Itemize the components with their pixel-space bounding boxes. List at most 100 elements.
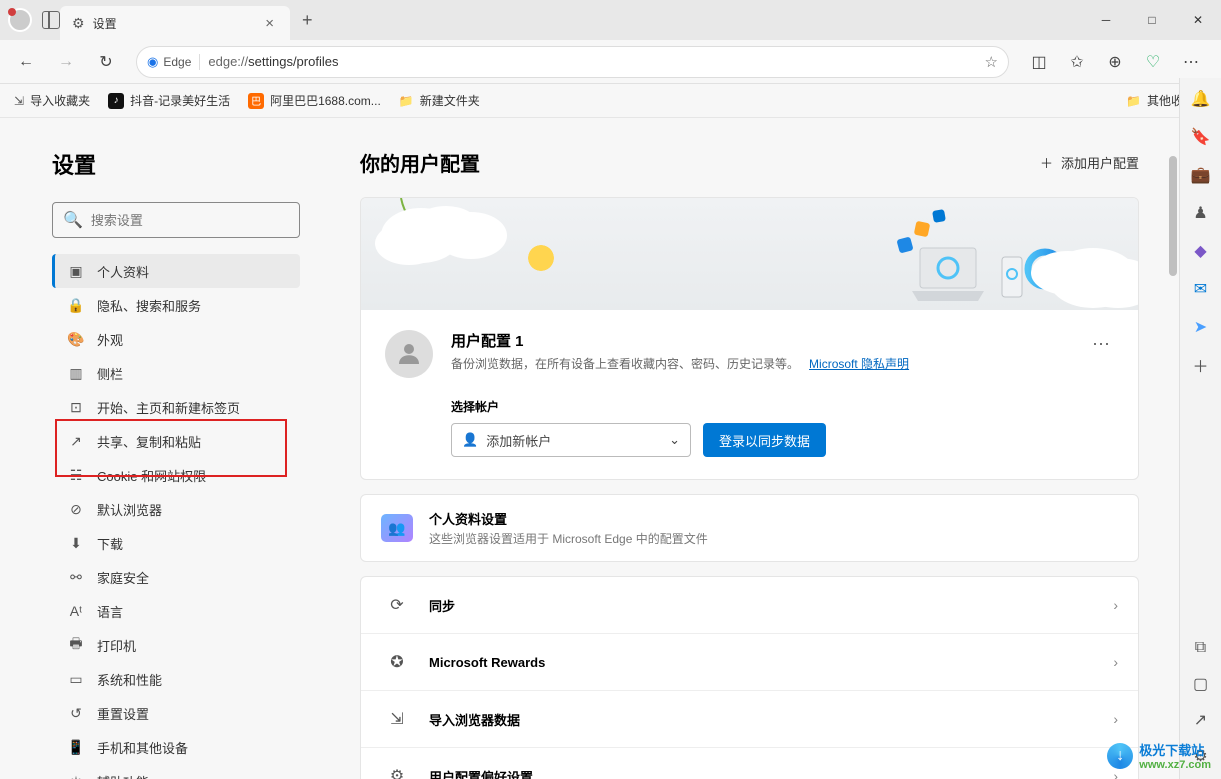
setting-row[interactable]: ⟳ 同步 ›	[361, 577, 1138, 633]
outlook-icon[interactable]: ✉	[1190, 278, 1212, 300]
collections-icon[interactable]: ⊕	[1097, 46, 1133, 78]
flying-icons	[893, 208, 953, 258]
add-sidebar-icon[interactable]: ＋	[1190, 354, 1212, 376]
nav-item-2[interactable]: 🎨外观	[52, 322, 300, 356]
row-icon: ⇲	[381, 705, 413, 733]
nav-item-0[interactable]: ▣个人资料	[52, 254, 300, 288]
setting-row[interactable]: ⇲ 导入浏览器数据 ›	[361, 690, 1138, 747]
share-icon[interactable]: ↗	[1190, 709, 1212, 731]
refresh-button[interactable]: ↻	[88, 46, 124, 78]
edge-label: Edge	[163, 55, 191, 69]
performance-icon[interactable]: ♡	[1135, 46, 1171, 78]
nav-item-13[interactable]: ↺重置设置	[52, 696, 300, 730]
nav-item-14[interactable]: 📱手机和其他设备	[52, 730, 300, 764]
nav-icon: ⬇	[67, 535, 85, 552]
nav-item-8[interactable]: ⬇下载	[52, 526, 300, 560]
nav-icon: ↗	[67, 433, 85, 450]
setting-row[interactable]: ✪ Microsoft Rewards ›	[361, 633, 1138, 690]
row-icon: ✪	[381, 648, 413, 676]
maximize-button[interactable]: □	[1129, 4, 1175, 36]
account-dropdown[interactable]: 👤 添加新帐户 ⌄	[451, 423, 691, 457]
profile-more-icon[interactable]: ⋯	[1088, 330, 1114, 359]
nav-item-9[interactable]: ⚯家庭安全	[52, 560, 300, 594]
setting-row-profile-settings[interactable]: 👥 个人资料设置 这些浏览器设置适用于 Microsoft Edge 中的配置文…	[361, 495, 1138, 561]
nav-item-4[interactable]: ⊡开始、主页和新建标签页	[52, 390, 300, 424]
browser-tab[interactable]: ⚙ 设置 ×	[60, 6, 290, 40]
nav-item-15[interactable]: ✶辅助功能	[52, 764, 300, 779]
person-icon: 👤	[462, 432, 478, 448]
shopping-icon[interactable]: 🔖	[1190, 126, 1212, 148]
search-settings-input[interactable]: 🔍	[52, 202, 300, 238]
favorite-star-icon[interactable]: ☆	[985, 53, 998, 71]
phone-illustration	[1001, 256, 1023, 298]
row-icon: ⟳	[381, 591, 413, 619]
titlebar: ⚙ 设置 × + ─ □ ✕	[0, 0, 1221, 40]
nav-item-7[interactable]: ⊘默认浏览器	[52, 492, 300, 526]
search-icon: 🔍	[63, 210, 83, 230]
profile-name: 用户配置 1	[451, 330, 1070, 351]
settings-page: 设置 🔍 ▣个人资料🔒隐私、搜索和服务🎨外观▥侧栏⊡开始、主页和新建标签页↗共享…	[0, 118, 1179, 779]
nav-icon: Aᵗ	[67, 603, 85, 619]
settings-main: 你的用户配置 ＋ 添加用户配置	[330, 118, 1179, 779]
bookmark-douyin[interactable]: ♪ 抖音-记录美好生活	[108, 92, 230, 109]
chevron-down-icon: ⌄	[669, 432, 680, 448]
search-field[interactable]	[91, 213, 289, 228]
workspaces-icon[interactable]	[42, 11, 60, 29]
douyin-icon: ♪	[108, 93, 124, 109]
bell-icon[interactable]: 🔔	[1190, 88, 1212, 110]
nav-item-6[interactable]: ☵Cookie 和网站权限	[52, 458, 300, 492]
more-menu-icon[interactable]: ⋯	[1173, 46, 1209, 78]
nav-icon: ☵	[67, 467, 85, 484]
chevron-right-icon: ›	[1113, 654, 1118, 670]
scrollbar[interactable]	[1169, 156, 1177, 276]
bookmark-1688[interactable]: 巴 阿里巴巴1688.com...	[248, 92, 381, 109]
chevron-right-icon: ›	[1113, 711, 1118, 727]
tools-icon[interactable]: 💼	[1190, 164, 1212, 186]
close-tab-icon[interactable]: ×	[261, 15, 278, 32]
bookmarks-bar: ⇲ 导入收藏夹 ♪ 抖音-记录美好生活 巴 阿里巴巴1688.com... 📁 …	[0, 84, 1221, 118]
sidebar-toggle-icon[interactable]: ▢	[1190, 673, 1212, 695]
settings-nav: 设置 🔍 ▣个人资料🔒隐私、搜索和服务🎨外观▥侧栏⊡开始、主页和新建标签页↗共享…	[0, 118, 330, 779]
settings-heading: 设置	[52, 148, 300, 180]
split-screen-icon[interactable]: ◫	[1021, 46, 1057, 78]
profile-settings-card: 👥 个人资料设置 这些浏览器设置适用于 Microsoft Edge 中的配置文…	[360, 494, 1139, 562]
nav-item-11[interactable]: 🖶打印机	[52, 628, 300, 662]
close-window-button[interactable]: ✕	[1175, 4, 1221, 36]
nav-icon: 🖶	[67, 633, 85, 657]
nav-icon: 📱	[67, 739, 85, 756]
nav-icon: 🔒	[67, 297, 85, 314]
back-button[interactable]: ←	[8, 46, 44, 78]
nav-item-10[interactable]: Aᵗ语言	[52, 594, 300, 628]
bookmark-folder[interactable]: 📁 新建文件夹	[399, 92, 480, 109]
favorites-icon[interactable]: ✩	[1059, 46, 1095, 78]
privacy-statement-link[interactable]: Microsoft 隐私声明	[809, 357, 909, 371]
add-profile-button[interactable]: ＋ 添加用户配置	[1040, 153, 1139, 172]
edge-logo-icon: ◉	[147, 54, 158, 70]
forward-button[interactable]: →	[48, 46, 84, 78]
profile-card: 用户配置 1 备份浏览数据，在所有设备上查看收藏内容、密码、历史记录等。 Mic…	[360, 197, 1139, 480]
address-bar[interactable]: ◉ Edge edge://settings/profiles ☆	[136, 46, 1009, 78]
nav-item-1[interactable]: 🔒隐私、搜索和服务	[52, 288, 300, 322]
nav-item-5[interactable]: ↗共享、复制和粘贴	[52, 424, 300, 458]
site-identity[interactable]: ◉ Edge	[147, 54, 200, 70]
folder-icon: 📁	[1126, 94, 1141, 108]
nav-item-3[interactable]: ▥侧栏	[52, 356, 300, 390]
profile-options-card: ⟳ 同步 ›✪ Microsoft Rewards ›⇲ 导入浏览器数据 ›⚙ …	[360, 576, 1139, 779]
new-tab-button[interactable]: +	[290, 10, 325, 31]
avatar	[385, 330, 433, 378]
nav-icon: 🎨	[67, 331, 85, 348]
profile-avatar[interactable]	[8, 8, 32, 32]
main-title: 你的用户配置	[360, 148, 480, 177]
sign-in-button[interactable]: 登录以同步数据	[703, 423, 826, 457]
setting-row[interactable]: ⚙ 用户配置偏好设置 ›	[361, 747, 1138, 779]
games-icon[interactable]: ♟	[1190, 202, 1212, 224]
nav-item-12[interactable]: ▭系统和性能	[52, 662, 300, 696]
bookmark-import[interactable]: ⇲ 导入收藏夹	[14, 92, 90, 109]
row-icon: ⚙	[381, 762, 413, 779]
folder-icon: 📁	[399, 94, 414, 108]
send-icon[interactable]: ➤	[1190, 316, 1212, 338]
profile-description: 备份浏览数据，在所有设备上查看收藏内容、密码、历史记录等。 Microsoft …	[451, 355, 1070, 372]
minimize-button[interactable]: ─	[1083, 4, 1129, 36]
snip-icon[interactable]: ⧉	[1190, 637, 1212, 659]
office-icon[interactable]: ◆	[1190, 240, 1212, 262]
